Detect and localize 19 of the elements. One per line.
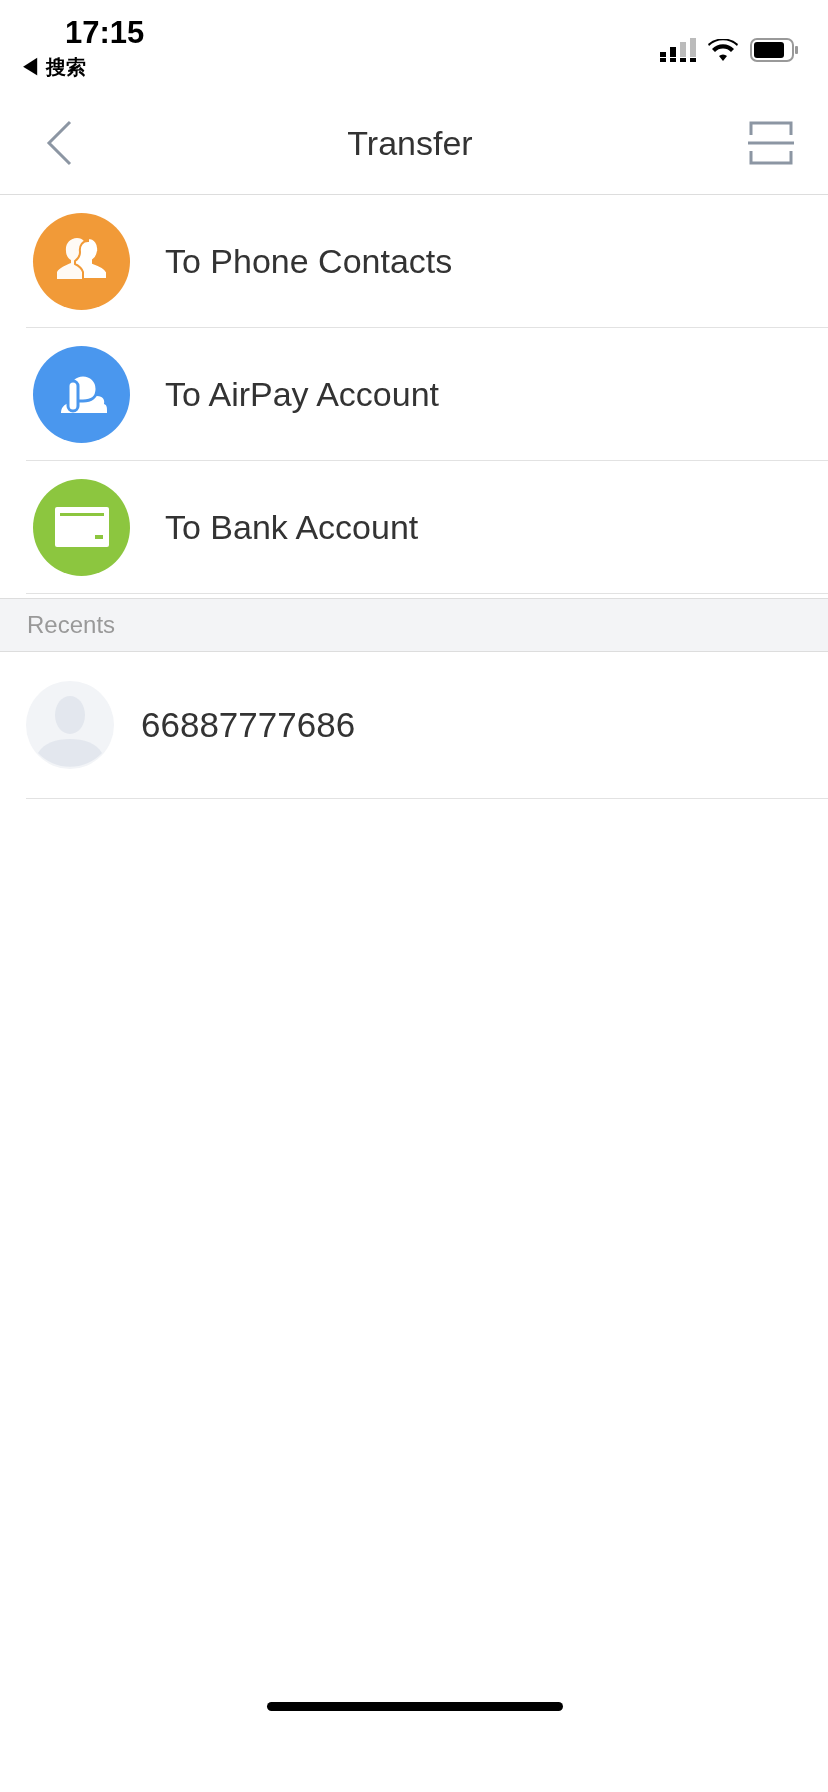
back-button[interactable]	[46, 120, 72, 166]
status-time: 17:15	[65, 14, 145, 52]
recent-number: 66887777686	[141, 705, 356, 745]
bank-card-icon	[54, 507, 109, 547]
transfer-option[interactable]: To Bank Account	[26, 461, 828, 594]
section-title: Recents	[27, 611, 116, 639]
avatar-icon	[26, 681, 114, 769]
recent-contact[interactable]: 66887777686	[26, 652, 828, 799]
option-label: To AirPay Account	[165, 374, 440, 414]
signal-icon	[660, 38, 696, 62]
wifi-icon	[708, 39, 738, 61]
option-label: To Bank Account	[165, 507, 419, 547]
transfer-option[interactable]: To AirPay Account	[26, 328, 828, 461]
transfer-option[interactable]: To Phone Contacts	[26, 195, 828, 328]
back-to-app-link[interactable]: ◀ 搜索	[20, 52, 145, 82]
battery-icon	[750, 38, 798, 62]
scan-button[interactable]	[748, 121, 794, 165]
page-title: Transfer	[347, 123, 473, 163]
option-label: To Phone Contacts	[165, 241, 453, 281]
